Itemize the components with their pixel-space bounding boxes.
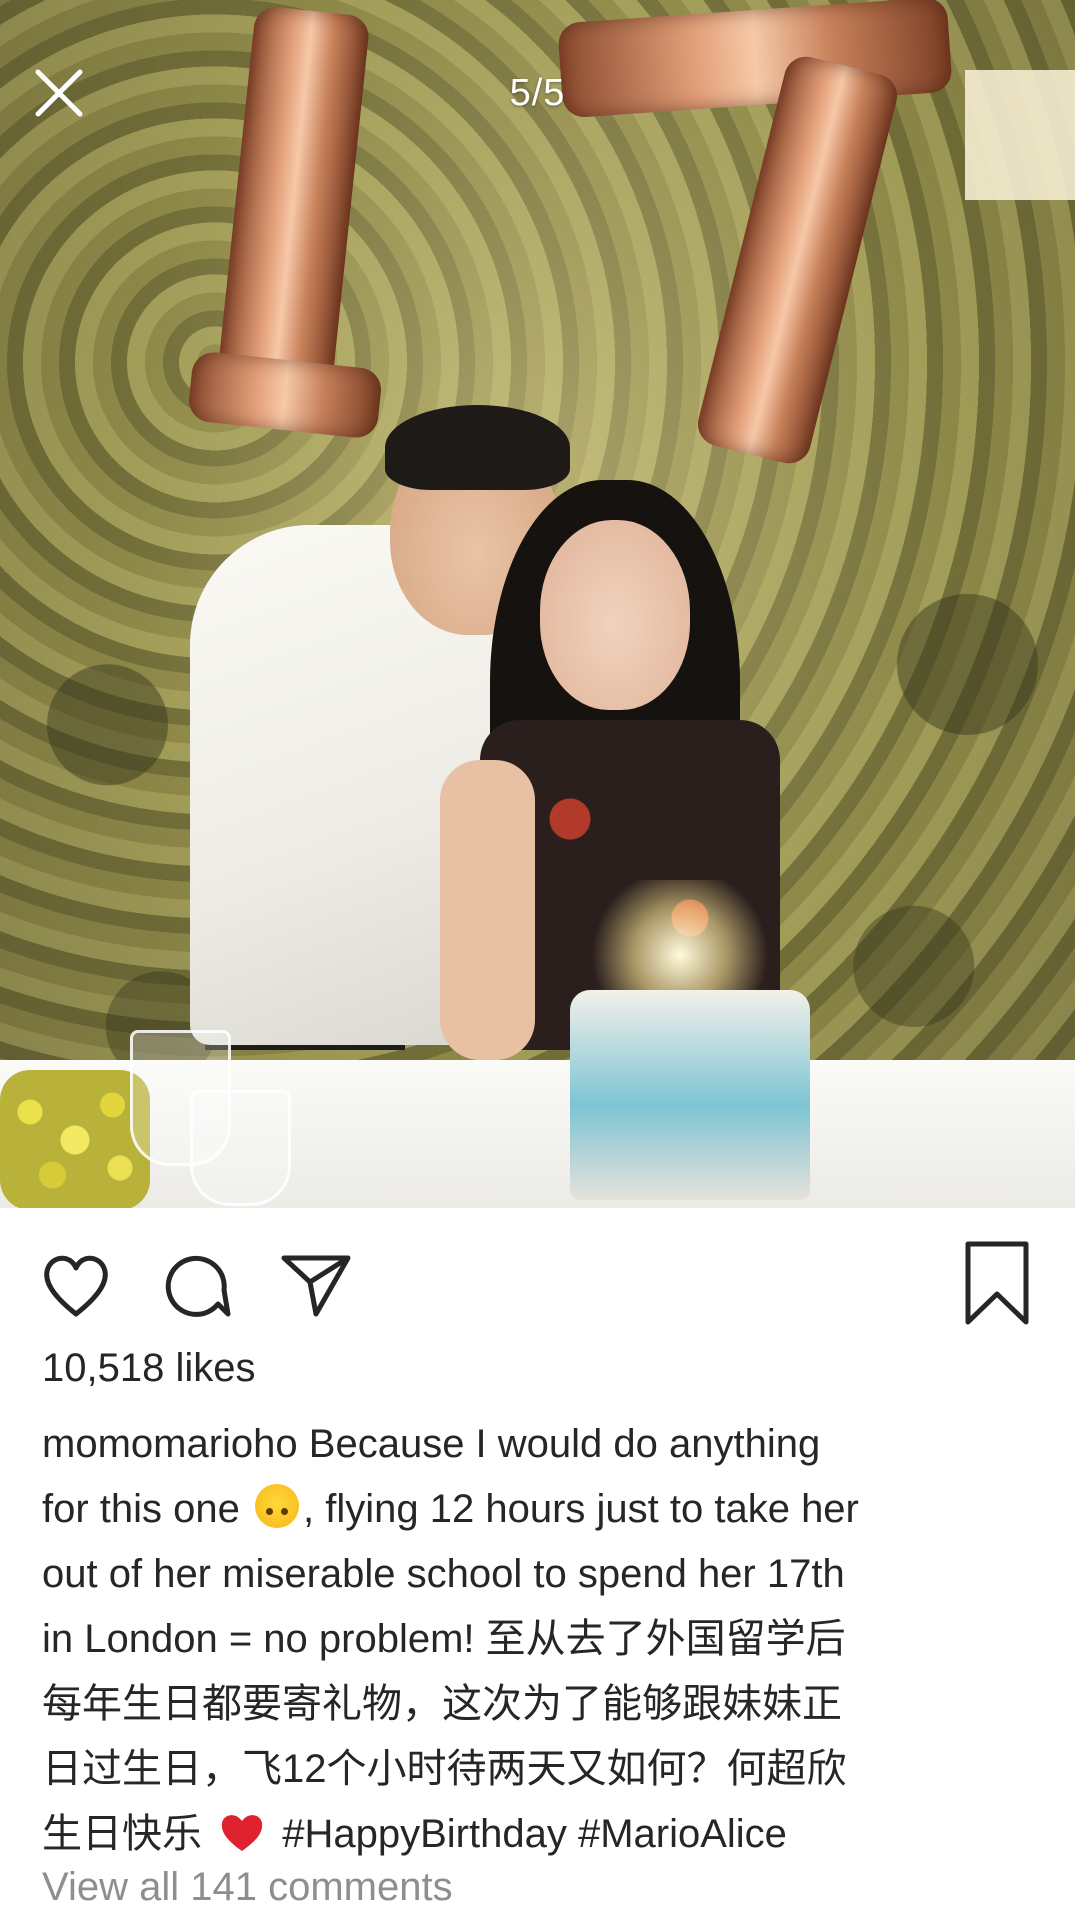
username-link[interactable]: momomarioho — [42, 1422, 298, 1466]
view-comments-link[interactable]: View all 141 comments — [42, 1865, 453, 1910]
close-icon — [35, 69, 83, 117]
man-hair — [385, 405, 570, 490]
yellow-flowers — [0, 1070, 150, 1208]
caption-line: 生日快乐 — [42, 1812, 214, 1856]
close-button[interactable] — [30, 64, 88, 122]
caption-line: for this one — [42, 1487, 252, 1531]
red-heart-icon — [219, 1808, 265, 1873]
water-glass — [190, 1090, 291, 1206]
post-caption: momomarioho Because I would do anything … — [42, 1412, 1042, 1873]
image-counter: 5/5 — [509, 72, 566, 114]
like-button[interactable] — [38, 1248, 114, 1324]
likes-count[interactable]: 10,518 likes — [42, 1346, 255, 1391]
caption-line: 每年生日都要寄礼物，这次为了能够跟妹妹正 — [42, 1682, 842, 1726]
action-bar — [0, 1208, 1075, 1358]
share-button[interactable] — [278, 1248, 354, 1324]
comment-button[interactable] — [158, 1248, 234, 1324]
hashtags[interactable]: #HappyBirthday #MarioAlice — [271, 1812, 787, 1856]
woman-arm — [440, 760, 535, 1060]
birthday-cake — [570, 990, 810, 1200]
caption-line: Because I would do anything — [297, 1422, 821, 1466]
share-icon — [281, 1255, 351, 1317]
bookmark-icon — [965, 1241, 1029, 1325]
caption-line: in London = no problem! 至从去了外国留学后 — [42, 1617, 846, 1661]
window-light — [965, 70, 1075, 200]
caption-line: 日过生日，飞12个小时待两天又如何？何超欣 — [42, 1747, 847, 1791]
post-photo[interactable]: 5/5 — [0, 0, 1075, 1208]
caption-line: , flying 12 hours just to take her — [303, 1487, 859, 1531]
heart-icon — [44, 1255, 108, 1317]
caption-line: out of her miserable school to spend her… — [42, 1552, 845, 1596]
comment-icon — [165, 1255, 231, 1317]
woman-face — [540, 520, 690, 710]
upside-down-face-icon — [255, 1484, 300, 1528]
bookmark-button[interactable] — [962, 1238, 1032, 1328]
